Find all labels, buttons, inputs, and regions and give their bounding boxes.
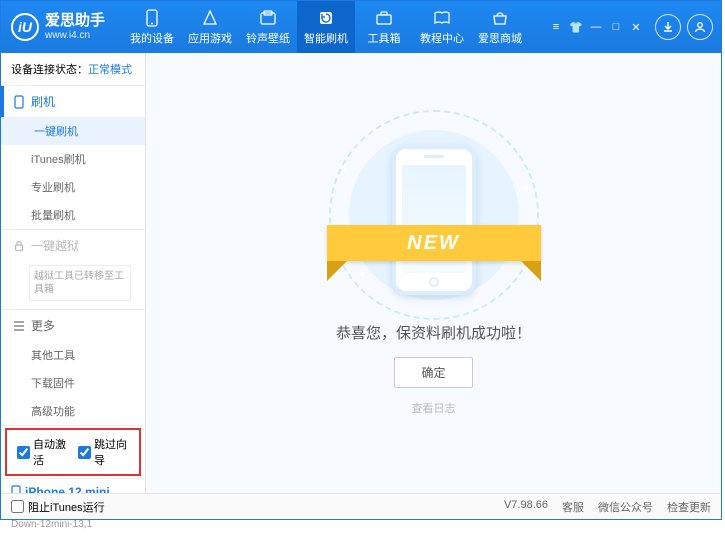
sidebar-oneclick-flash[interactable]: 一键刷机 — [0, 117, 145, 145]
sidebar-batch-flash[interactable]: 批量刷机 — [1, 201, 145, 229]
options-box: 自动激活 跳过向导 — [5, 428, 141, 476]
phone-small-icon — [13, 95, 25, 109]
nav-store[interactable]: 爱思商城 — [471, 1, 529, 53]
phone-icon — [143, 9, 161, 27]
sidebar-other-tools[interactable]: 其他工具 — [1, 341, 145, 369]
brand: iU 爱思助手 www.i4.cn — [11, 13, 105, 41]
maximize-button[interactable]: □ — [607, 19, 625, 35]
minimize-button[interactable]: — — [587, 19, 605, 35]
refresh-icon — [317, 9, 335, 27]
success-illustration: NEW ✦ ✦ ✦ — [329, 130, 539, 300]
new-banner: NEW — [327, 225, 541, 261]
version-label: V7.98.66 — [504, 499, 548, 515]
success-message: 恭喜您，保资料刷机成功啦！ — [336, 322, 531, 343]
block-itunes-checkbox[interactable]: 阻止iTunes运行 — [11, 499, 105, 515]
skin-button[interactable]: 👕 — [567, 19, 585, 35]
nav-apps[interactable]: 应用游戏 — [181, 1, 239, 53]
nav-ringtones[interactable]: 铃声壁纸 — [239, 1, 297, 53]
list-icon — [13, 321, 25, 331]
jailbreak-note: 越狱工具已转移至工具箱 — [29, 265, 131, 301]
nav-my-device[interactable]: 我的设备 — [123, 1, 181, 53]
device-identifier: Down-12mini-13,1 — [11, 519, 135, 530]
check-update-link[interactable]: 检查更新 — [667, 499, 711, 515]
sidebar-pro-flash[interactable]: 专业刷机 — [1, 173, 145, 201]
auto-activate-checkbox[interactable]: 自动激活 — [17, 436, 68, 468]
sidebar-advanced[interactable]: 高级功能 — [1, 397, 145, 425]
sidebar-download-fw[interactable]: 下载固件 — [1, 369, 145, 397]
nav-tutorials[interactable]: 教程中心 — [413, 1, 471, 53]
brand-name: 爱思助手 — [45, 13, 105, 30]
titlebar: iU 爱思助手 www.i4.cn 我的设备 应用游戏 铃声壁纸 智能刷机 工具… — [1, 1, 721, 53]
main-panel: NEW ✦ ✦ ✦ 恭喜您，保资料刷机成功啦！ 确定 查看日志 — [146, 53, 721, 493]
user-button[interactable] — [687, 14, 713, 40]
sidebar-jailbreak: 一键越狱 — [1, 230, 145, 261]
nav-flash[interactable]: 智能刷机 — [297, 1, 355, 53]
close-button[interactable]: ✕ — [627, 19, 645, 35]
sidebar-more[interactable]: 更多 — [1, 310, 145, 341]
main-nav: 我的设备 应用游戏 铃声壁纸 智能刷机 工具箱 教程中心 爱思商城 — [123, 1, 529, 53]
brand-url: www.i4.cn — [45, 30, 105, 41]
logo-icon: iU — [11, 13, 39, 41]
window-controls: ≡ 👕 — □ ✕ — [547, 19, 645, 35]
lock-icon — [13, 240, 25, 252]
wallet-icon — [259, 9, 277, 27]
sidebar: 设备连接状态：正常模式 刷机 一键刷机 iTunes刷机 专业刷机 批量刷机 一… — [1, 53, 146, 493]
device-status: 设备连接状态：正常模式 — [1, 53, 145, 86]
skip-guide-checkbox[interactable]: 跳过向导 — [78, 436, 129, 468]
footer: 阻止iTunes运行 V7.98.66 客服 微信公众号 检查更新 — [1, 493, 721, 519]
sidebar-flash[interactable]: 刷机 — [1, 86, 145, 117]
ok-button[interactable]: 确定 — [394, 357, 472, 388]
app-icon — [201, 9, 219, 27]
download-button[interactable] — [655, 14, 681, 40]
store-icon — [491, 9, 509, 27]
view-log-link[interactable]: 查看日志 — [412, 400, 456, 416]
wechat-link[interactable]: 微信公众号 — [598, 499, 653, 515]
toolbox-icon — [375, 9, 393, 27]
book-icon — [433, 9, 451, 27]
sidebar-itunes-flash[interactable]: iTunes刷机 — [1, 145, 145, 173]
nav-toolbox[interactable]: 工具箱 — [355, 1, 413, 53]
menu-button[interactable]: ≡ — [547, 19, 565, 35]
support-link[interactable]: 客服 — [562, 499, 584, 515]
